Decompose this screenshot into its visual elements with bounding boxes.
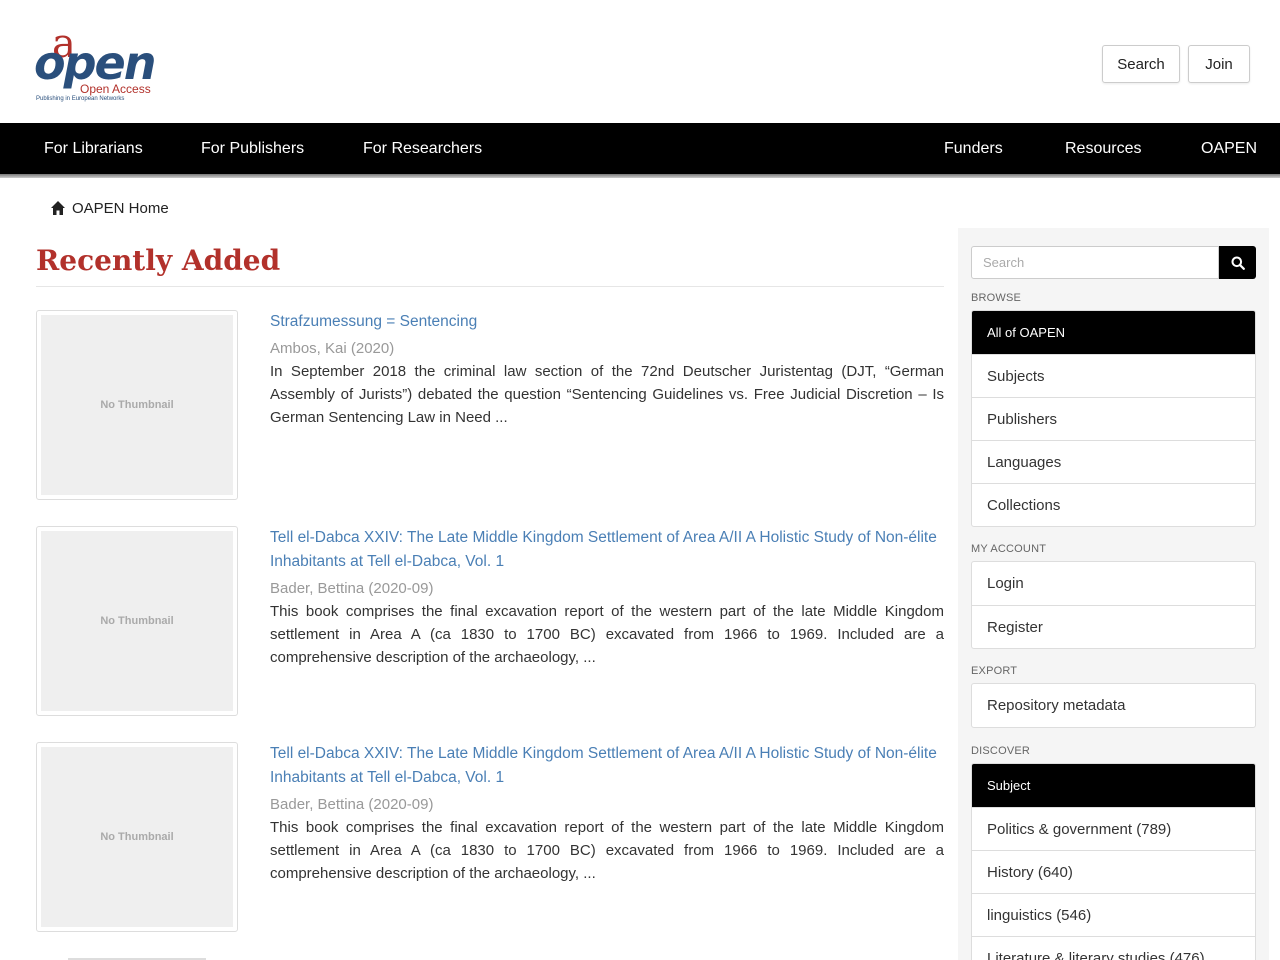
sidebar-search-input[interactable] [971, 246, 1219, 279]
no-thumbnail-label: No Thumbnail [41, 315, 233, 495]
account-list: Login Register [971, 561, 1256, 649]
item-thumbnail[interactable]: No Thumbnail [36, 742, 238, 932]
home-icon [51, 201, 65, 215]
sidebar-search-button[interactable] [1219, 246, 1256, 279]
discover-list: Subject Politics & government (789) Hist… [971, 763, 1256, 960]
browse-list: All of OAPEN Subjects Publishers Languag… [971, 310, 1256, 527]
export-heading: Export [971, 665, 1018, 677]
nav-for-publishers[interactable]: For Publishers [201, 123, 304, 174]
item-abstract: This book comprises the final excavation… [270, 603, 944, 666]
browse-collections[interactable]: Collections [972, 483, 1255, 526]
sidebar-search [971, 246, 1256, 279]
item-title-link[interactable]: Strafzumessung = Sentencing [270, 310, 944, 334]
repository-metadata-link[interactable]: Repository metadata [972, 684, 1255, 727]
discover-history[interactable]: History (640) [972, 850, 1255, 893]
oapen-logo[interactable]: a open Open Access Publishing in Europea… [34, 24, 156, 106]
item-title-link[interactable]: Tell el-Dabca XXIV: The Late Middle King… [270, 526, 944, 574]
no-thumbnail-label: No Thumbnail [41, 531, 233, 711]
discover-subject-header[interactable]: Subject [972, 764, 1255, 807]
item-abstract: In September 2018 the criminal law secti… [270, 363, 944, 426]
logo-tagline-2: Publishing in European Networks [36, 96, 125, 102]
register-link[interactable]: Register [972, 605, 1255, 648]
discover-politics-government[interactable]: Politics & government (789) [972, 807, 1255, 850]
site-header: a open Open Access Publishing in Europea… [0, 0, 1280, 123]
title-divider [36, 286, 944, 287]
item-author: Bader, Bettina [270, 580, 365, 597]
item-title-link[interactable]: Tell el-Dabca XXIV: The Late Middle King… [270, 742, 944, 790]
list-item: No Thumbnail Strafzumessung = Sentencing… [36, 310, 944, 500]
item-author-line: Ambos, Kai (2020) [270, 338, 944, 360]
browse-publishers[interactable]: Publishers [972, 397, 1255, 440]
item-meta: Tell el-Dabca XXIV: The Late Middle King… [270, 742, 944, 885]
nav-for-researchers[interactable]: For Researchers [363, 123, 482, 174]
item-thumbnail[interactable]: No Thumbnail [36, 310, 238, 500]
item-author: Ambos, Kai [270, 340, 347, 357]
sidebar: Browse All of OAPEN Subjects Publishers … [958, 228, 1269, 960]
item-date: (2020-09) [368, 796, 434, 813]
browse-heading: Browse [971, 292, 1022, 304]
nav-oapen[interactable]: OAPEN [1201, 123, 1257, 174]
browse-all-of-oapen[interactable]: All of OAPEN [972, 311, 1255, 354]
logo-word: open [34, 36, 156, 90]
item-author: Bader, Bettina [270, 796, 365, 813]
header-search-button[interactable]: Search [1102, 45, 1180, 83]
breadcrumb-home-link[interactable]: OAPEN Home [72, 200, 169, 217]
no-thumbnail-label: No Thumbnail [41, 747, 233, 927]
breadcrumb: OAPEN Home [50, 198, 169, 218]
item-date: (2020) [350, 340, 395, 357]
nav-for-librarians[interactable]: For Librarians [44, 123, 143, 174]
item-author-line: Bader, Bettina (2020-09) [270, 578, 944, 600]
item-meta: Tell el-Dabca XXIV: The Late Middle King… [270, 526, 944, 669]
my-account-heading: My Account [971, 543, 1047, 555]
item-author-line: Bader, Bettina (2020-09) [270, 794, 944, 816]
browse-subjects[interactable]: Subjects [972, 354, 1255, 397]
header-join-button[interactable]: Join [1188, 45, 1250, 83]
page-title: Recently Added [36, 244, 281, 277]
main-nav: For Librarians For Publishers For Resear… [0, 123, 1280, 178]
logo-tagline-1: Open Access [80, 82, 151, 96]
login-link[interactable]: Login [972, 562, 1255, 605]
discover-literature[interactable]: Literature & literary studies (476) [972, 936, 1255, 960]
list-item: No Thumbnail Tell el-Dabca XXIV: The Lat… [36, 526, 944, 716]
export-list: Repository metadata [971, 683, 1256, 728]
browse-languages[interactable]: Languages [972, 440, 1255, 483]
nav-resources[interactable]: Resources [1065, 123, 1141, 174]
list-item: No Thumbnail Tell el-Dabca XXIV: The Lat… [36, 742, 944, 932]
item-date: (2020-09) [368, 580, 434, 597]
discover-heading: Discover [971, 745, 1031, 757]
item-meta: Strafzumessung = Sentencing Ambos, Kai (… [270, 310, 944, 429]
item-abstract: This book comprises the final excavation… [270, 819, 944, 882]
search-icon [1231, 256, 1245, 270]
nav-funders[interactable]: Funders [944, 123, 1003, 174]
discover-linguistics[interactable]: linguistics (546) [972, 893, 1255, 936]
item-thumbnail[interactable]: No Thumbnail [36, 526, 238, 716]
